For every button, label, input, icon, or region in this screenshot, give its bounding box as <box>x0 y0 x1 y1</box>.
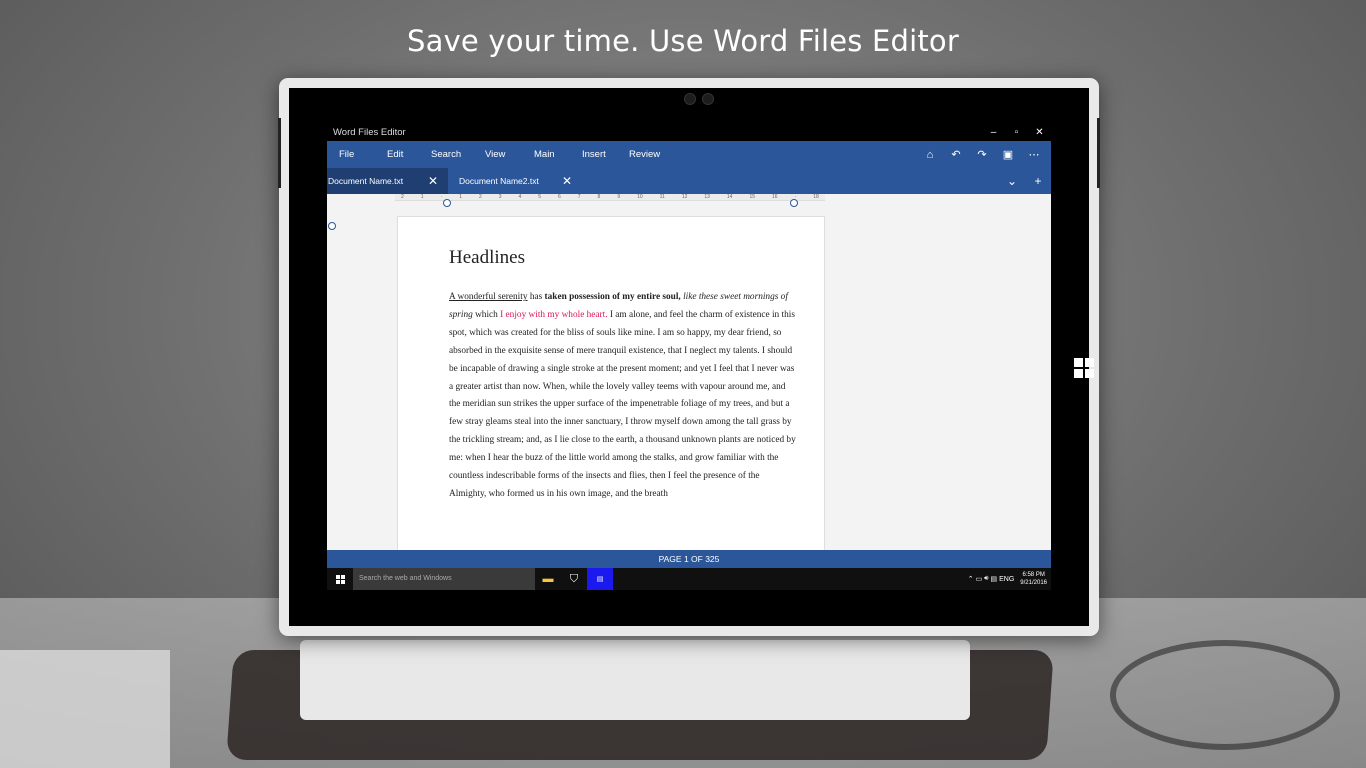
left-indent-marker[interactable] <box>443 199 451 207</box>
body-text: has <box>527 292 545 302</box>
ruler-tick-label: 12 <box>681 194 688 200</box>
tab-bar: Document Name.txt ✕ Document Name2.txt ✕… <box>327 168 1051 194</box>
add-tab-icon[interactable]: + <box>1025 174 1051 188</box>
word-editor-icon[interactable]: ▤ <box>587 568 613 590</box>
camera-icon <box>684 93 696 105</box>
windows-taskbar: Search the web and Windows ▬ ⛉ ▤ ⌃ ▭ 🔊︎ … <box>327 568 1051 590</box>
clock-time: 6:58 PM <box>1022 572 1045 578</box>
ruler-tick-label: 15 <box>749 194 756 200</box>
chevron-up-icon[interactable]: ⌃ <box>968 575 974 583</box>
status-bar: PAGE 1 OF 325 <box>327 550 1051 568</box>
ruler-tick-label: 5 <box>538 194 542 200</box>
start-button[interactable] <box>327 568 353 590</box>
restore-button[interactable]: ▫ <box>1005 124 1028 141</box>
save-icon[interactable]: ▣ <box>995 148 1021 161</box>
ruler-tick-label: 10 <box>637 194 643 200</box>
document-paragraph[interactable]: A wonderful serenity has taken possessio… <box>449 289 796 504</box>
ruler-tick-label: 9 <box>617 194 621 200</box>
tablet-button-left <box>278 118 281 188</box>
network-icon[interactable]: ▭ <box>976 575 983 583</box>
promo-headline: Save your time. Use Word Files Editor <box>406 24 959 58</box>
ruler-tick-label: 4 <box>518 194 522 200</box>
close-tab-icon[interactable]: ✕ <box>562 168 572 194</box>
chevron-down-icon[interactable]: ⌄ <box>999 174 1025 188</box>
body-text: which <box>472 309 501 320</box>
ruler-tick-label: 16 <box>772 194 778 200</box>
tab-document-name2[interactable]: Document Name2.txt ✕ <box>448 168 578 194</box>
redo-icon[interactable]: ↷ <box>969 148 995 161</box>
ruler-tick-label: 8 <box>597 194 601 200</box>
right-indent-marker[interactable] <box>790 199 798 207</box>
tab-label: Document Name.txt <box>328 176 404 186</box>
more-icon[interactable]: ⋯ <box>1021 148 1047 161</box>
menu-search[interactable]: Search <box>431 149 461 160</box>
colored-text: I enjoy with my whole heart. <box>500 309 608 320</box>
ruler-tick-label: 13 <box>704 194 710 200</box>
menu-bar: File Edit Search View Main Insert Review… <box>327 141 1051 168</box>
ruler-tick-label: 1 <box>420 194 424 200</box>
underlined-text: A wonderful serenity <box>449 292 528 302</box>
background-glasses <box>1110 640 1340 750</box>
ruler-tick-label: · <box>440 194 443 200</box>
file-explorer-icon[interactable]: ▬ <box>535 568 561 590</box>
ruler-tick-label: 11 <box>659 194 665 200</box>
document-heading[interactable]: Headlines <box>449 247 796 269</box>
document-area[interactable]: 2 1 · 1 2 3 4 5 6 7 8 9 10 11 12 13 14 15 16 · 18 Headlines … <box>327 194 1051 550</box>
ruler-tick-label: 2 <box>401 194 404 200</box>
system-tray: ⌃ ▭ 🔊︎ ▤ ENG 6:58 PM 9/21/2016 <box>968 568 1047 590</box>
menu-review[interactable]: Review <box>629 149 660 160</box>
home-icon[interactable]: ⌂ <box>917 149 943 161</box>
sensor-icon <box>702 93 714 105</box>
ruler[interactable]: 2 1 · 1 2 3 4 5 6 7 8 9 10 11 12 13 14 15 16 · 18 <box>395 194 825 201</box>
ruler-tick-label: 3 <box>498 194 502 200</box>
language-indicator[interactable]: ENG <box>999 576 1014 583</box>
document-page[interactable]: Headlines A wonderful serenity has taken… <box>397 216 825 550</box>
windows-button-icon[interactable] <box>1074 358 1094 378</box>
undo-icon[interactable]: ↶ <box>943 148 969 161</box>
menu-edit[interactable]: Edit <box>387 149 403 160</box>
volume-icon[interactable]: 🔊︎ <box>984 575 988 583</box>
bold-text: taken possession of my entire soul, <box>544 292 681 302</box>
windows-icon <box>335 574 345 584</box>
ruler-tick-label: 18 <box>813 194 819 200</box>
clock-date: 9/21/2016 <box>1020 580 1047 586</box>
vertical-ruler-marker[interactable] <box>328 222 336 230</box>
background-laptop <box>0 650 170 768</box>
app-window: Word Files Editor – ▫ ✕ File Edit Search… <box>327 124 1051 590</box>
tablet-frame: Word Files Editor – ▫ ✕ File Edit Search… <box>278 78 1100 636</box>
tab-label: Document Name2.txt <box>459 176 539 186</box>
taskbar-search-input[interactable]: Search the web and Windows <box>353 568 535 590</box>
minimize-button[interactable]: – <box>982 124 1005 141</box>
close-button[interactable]: ✕ <box>1028 124 1051 141</box>
menu-view[interactable]: View <box>485 149 505 160</box>
ruler-tick-label: 14 <box>726 194 733 200</box>
background-paper <box>300 640 970 720</box>
tablet-button-right <box>1097 118 1100 188</box>
notification-icon[interactable]: ▤ <box>991 575 998 583</box>
menu-main[interactable]: Main <box>534 149 555 160</box>
clock[interactable]: 6:58 PM 9/21/2016 <box>1020 571 1047 587</box>
tablet-screen: Word Files Editor – ▫ ✕ File Edit Search… <box>289 88 1094 626</box>
menu-file[interactable]: File <box>339 149 354 160</box>
ruler-tick-label: 1 <box>459 194 462 200</box>
store-icon[interactable]: ⛉ <box>561 568 587 590</box>
body-text: I am alone, and feel the charm of existe… <box>449 309 796 499</box>
ruler-tick-label: 6 <box>558 194 561 200</box>
title-bar: Word Files Editor – ▫ ✕ <box>327 124 1051 141</box>
app-title: Word Files Editor <box>333 127 406 138</box>
ruler-tick-label: 2 <box>478 194 482 200</box>
tab-document-name[interactable]: Document Name.txt ✕ <box>327 168 448 194</box>
ruler-numbers: 2 1 · 1 2 3 4 5 6 7 8 9 10 11 12 13 14 15 16 · 18 <box>395 194 825 201</box>
close-tab-icon[interactable]: ✕ <box>428 168 438 194</box>
menu-insert[interactable]: Insert <box>582 149 606 160</box>
ruler-tick-label: 7 <box>577 194 581 200</box>
